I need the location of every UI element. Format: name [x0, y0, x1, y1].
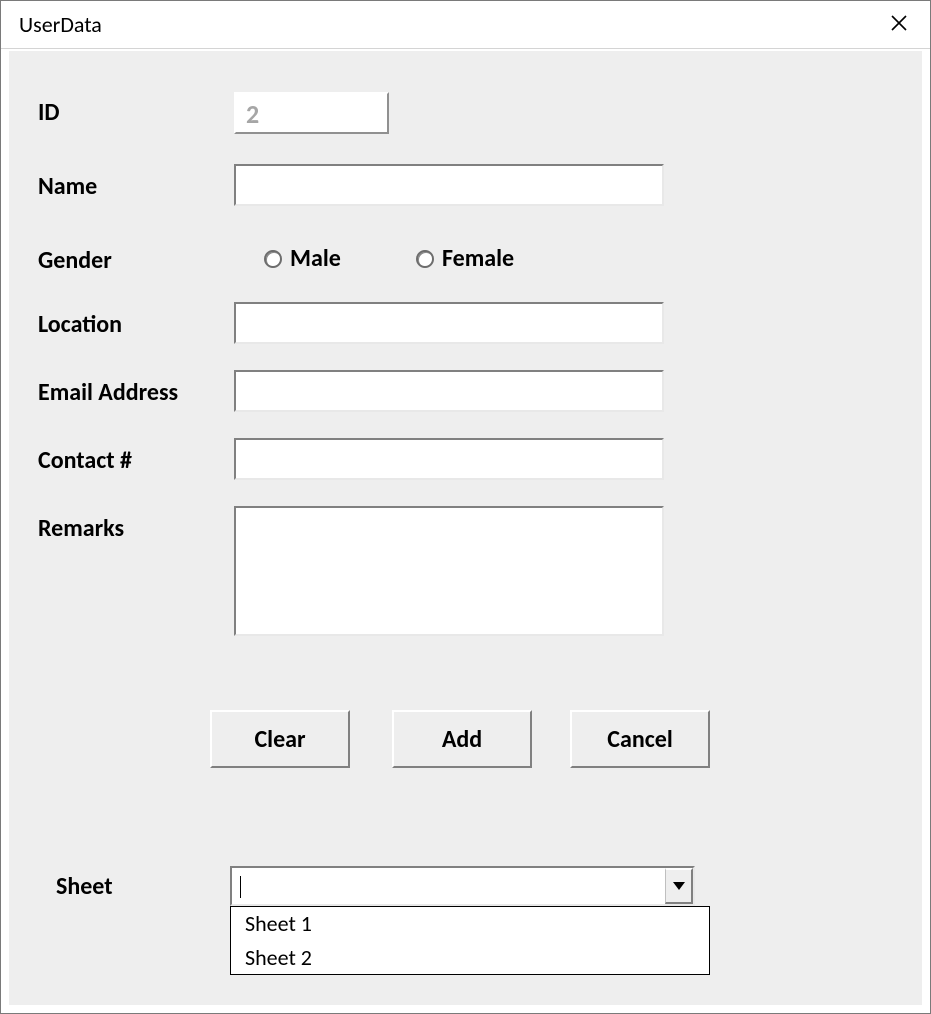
remarks-label: Remarks	[38, 514, 124, 543]
titlebar: UserData	[1, 1, 930, 49]
userdata-dialog: UserData ID 2 Name Gender Male Female Lo…	[0, 0, 931, 1014]
location-input[interactable]	[234, 302, 664, 344]
id-label: ID	[38, 98, 60, 127]
radio-icon	[416, 250, 434, 268]
location-label: Location	[38, 310, 122, 339]
gender-male-label: Male	[290, 244, 341, 273]
sheet-combobox[interactable]	[230, 866, 695, 906]
name-input[interactable]	[234, 164, 664, 206]
id-value: 2	[246, 98, 259, 130]
sheet-dropdown-button[interactable]	[665, 868, 693, 904]
contact-label: Contact #	[38, 446, 132, 475]
sheet-selected-value	[232, 874, 665, 898]
id-field: 2	[234, 92, 389, 134]
name-label: Name	[38, 172, 97, 201]
gender-female-label: Female	[442, 244, 514, 273]
radio-icon	[264, 250, 282, 268]
gender-label: Gender	[38, 246, 112, 275]
cancel-button[interactable]: Cancel	[570, 710, 710, 768]
email-input[interactable]	[234, 370, 664, 412]
contact-input[interactable]	[234, 438, 664, 480]
remarks-textarea[interactable]	[234, 506, 664, 636]
clear-button-label: Clear	[254, 725, 305, 754]
sheet-option[interactable]: Sheet 1	[231, 907, 709, 941]
clear-button[interactable]: Clear	[210, 710, 350, 768]
gender-female-radio[interactable]: Female	[416, 244, 514, 273]
close-icon[interactable]	[886, 14, 912, 36]
email-label: Email Address	[38, 378, 178, 407]
window-title: UserData	[19, 11, 102, 38]
sheet-label: Sheet	[56, 872, 113, 901]
chevron-down-icon	[673, 882, 685, 890]
gender-male-radio[interactable]: Male	[264, 244, 341, 273]
add-button[interactable]: Add	[392, 710, 532, 768]
add-button-label: Add	[442, 725, 482, 754]
sheet-option[interactable]: Sheet 2	[231, 941, 709, 975]
form-body: ID 2 Name Gender Male Female Location Em…	[9, 51, 922, 1005]
sheet-dropdown-list: Sheet 1 Sheet 2	[230, 906, 710, 975]
cancel-button-label: Cancel	[607, 725, 672, 754]
